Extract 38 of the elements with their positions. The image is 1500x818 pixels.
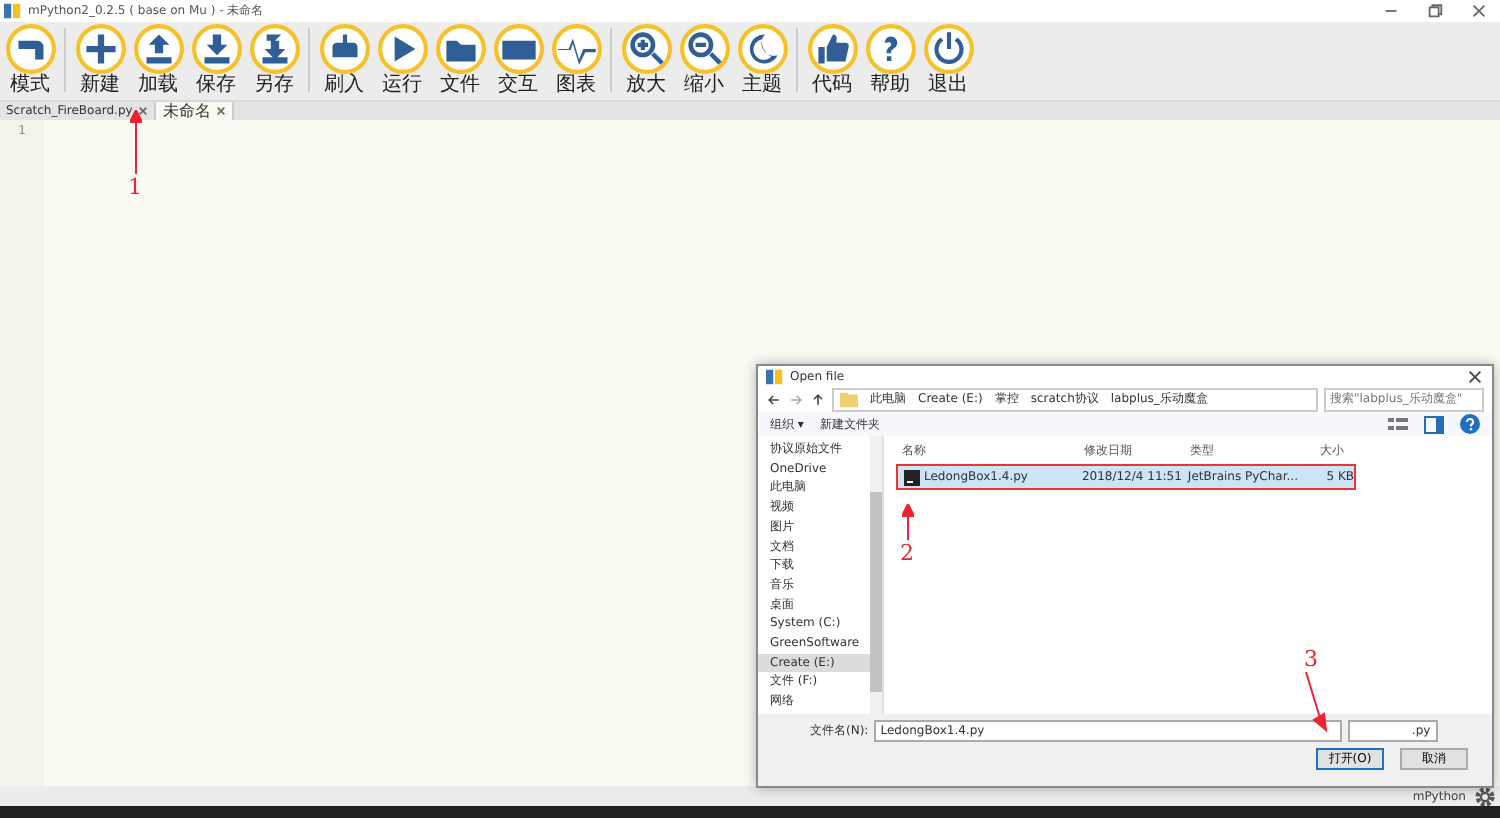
toolbar-button[interactable]: 加载 (132, 24, 184, 96)
app-icon (4, 2, 22, 20)
toolbar-button[interactable]: 代码 (806, 24, 858, 96)
annotation-arrow (901, 504, 913, 540)
close-icon[interactable] (138, 106, 149, 116)
python-file-icon (904, 469, 920, 485)
view-icon[interactable] (1388, 415, 1408, 433)
annotation-arrow (129, 110, 141, 174)
toolbar-button[interactable]: 交互 (492, 24, 544, 96)
toolbar-button[interactable]: 图表 (550, 24, 602, 96)
up-arrow-icon[interactable] (810, 391, 826, 407)
annotation-number: 1 (128, 174, 142, 200)
toolbar-button[interactable]: 运行 (376, 24, 428, 96)
restore-icon[interactable] (1426, 2, 1444, 20)
toolbar-button[interactable]: 主题 (736, 24, 788, 96)
toolbar-button[interactable]: 刷入 (318, 24, 370, 96)
toolbar-button[interactable]: 文件 (434, 24, 486, 96)
annotation-number: 2 (900, 540, 914, 566)
file-tab[interactable]: 未命名 (156, 102, 235, 120)
toolbar-button[interactable]: 缩小 (678, 24, 730, 96)
preview-pane-icon[interactable] (1424, 415, 1444, 433)
toolbar-button[interactable]: 退出 (922, 24, 974, 96)
toolbar-button[interactable]: 新建 (74, 24, 126, 96)
close-icon[interactable] (1470, 2, 1488, 20)
settings-icon[interactable] (1474, 785, 1496, 807)
toolbar-button[interactable]: 帮助 (864, 24, 916, 96)
help-icon[interactable] (1460, 414, 1480, 434)
annotation-number: 3 (1304, 646, 1318, 672)
toolbar-button[interactable]: 放大 (620, 24, 672, 96)
annotation-arrow (1304, 672, 1328, 732)
folder-icon (840, 391, 858, 407)
back-arrow-icon[interactable] (766, 391, 782, 407)
toolbar-button[interactable]: 保存 (190, 24, 242, 96)
toolbar-button[interactable]: 模式 (4, 24, 56, 96)
close-icon[interactable] (1466, 367, 1484, 385)
app-icon (766, 367, 784, 385)
toolbar-button[interactable]: 另存 (248, 24, 300, 96)
close-icon[interactable] (216, 106, 227, 116)
